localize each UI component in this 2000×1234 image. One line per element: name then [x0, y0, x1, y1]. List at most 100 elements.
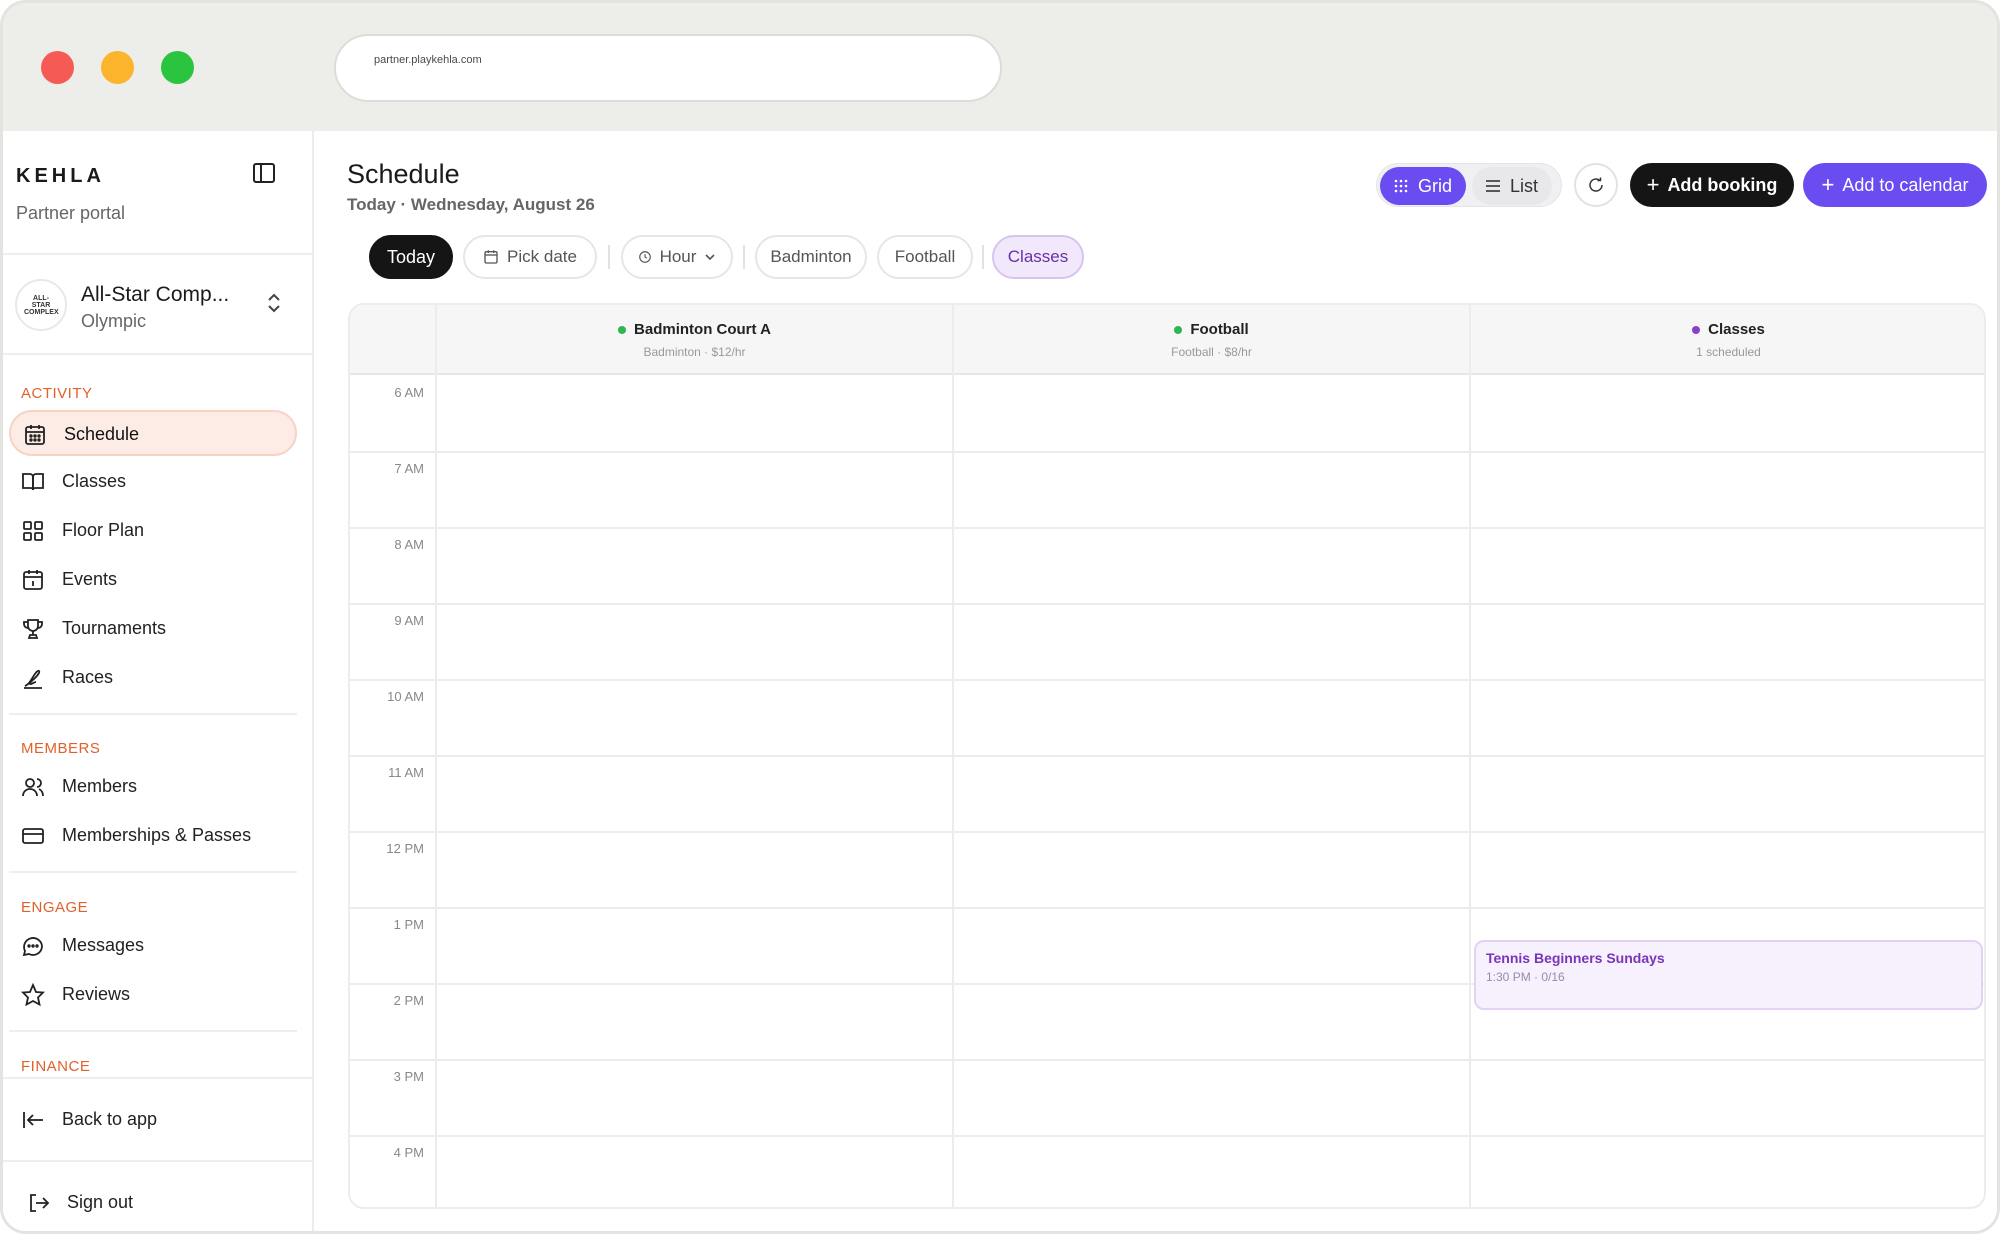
event-subtitle: 1:30 PM · 0/16: [1486, 970, 1565, 984]
hour-row-divider: [350, 603, 1984, 605]
column-subtitle: 1 scheduled: [1696, 345, 1761, 359]
page-title: Schedule: [347, 159, 460, 189]
time-label: 2 PM: [393, 993, 424, 1008]
chevron-up-down-icon: [268, 293, 280, 313]
arrow-left-bar-icon: [23, 1112, 43, 1128]
time-label: 4 PM: [393, 1145, 424, 1160]
sidebar-item-memberships[interactable]: Memberships & Passes: [9, 813, 297, 859]
column-title: Badminton Court A: [436, 321, 953, 338]
sidebar-item-members[interactable]: Members: [9, 764, 297, 810]
list-view-button[interactable]: List: [1472, 167, 1553, 205]
section-label-members: MEMBERS: [21, 740, 101, 757]
credit-card-icon: [22, 828, 44, 844]
sidebar-item-messages[interactable]: Messages: [9, 923, 297, 969]
org-avatar-text: ALL-STAR COMPLEX: [24, 294, 59, 316]
filter-badminton[interactable]: Badminton: [755, 235, 867, 279]
pick-date-button[interactable]: Pick date: [463, 235, 597, 279]
sidebar-item-label: Races: [62, 667, 114, 687]
sidebar-item-tournaments[interactable]: Tournaments: [9, 606, 297, 652]
sign-out-button[interactable]: Sign out: [9, 1180, 297, 1226]
hour-row-divider: [350, 527, 1984, 529]
hour-row-divider: [350, 907, 1984, 909]
refresh-button[interactable]: [1574, 163, 1618, 207]
divider: [9, 871, 297, 873]
column-subtitle: Football · $8/hr: [1171, 345, 1252, 359]
column-header: Classes 1 scheduled: [1470, 305, 1984, 375]
column-title-text: Classes: [1708, 321, 1765, 338]
column-title-text: Football: [1190, 321, 1249, 338]
add-to-calendar-button[interactable]: + Add to calendar: [1803, 163, 1987, 207]
hour-row-divider: [350, 1135, 1984, 1137]
filter-separator: [982, 245, 984, 269]
list-icon: [1486, 180, 1500, 192]
time-label: 7 AM: [394, 461, 424, 476]
class-event-card[interactable]: Tennis Beginners Sundays 1:30 PM · 0/16: [1474, 940, 1983, 1010]
sidebar-item-events[interactable]: Events: [9, 557, 297, 603]
browser-window: partner.playkehla.com KEHLA Partner port…: [0, 0, 2000, 1234]
time-label: 8 AM: [394, 537, 424, 552]
maximize-window-button[interactable]: [161, 51, 194, 84]
close-window-button[interactable]: [41, 51, 74, 84]
add-booking-button[interactable]: + Add booking: [1630, 163, 1794, 207]
filter-football-label: Football: [894, 247, 956, 266]
calendar-icon: [23, 570, 43, 590]
message-circle-icon: [22, 937, 43, 957]
today-button[interactable]: Today: [369, 235, 453, 279]
section-label-activity: ACTIVITY: [21, 385, 93, 402]
column-title-text: Badminton Court A: [634, 321, 771, 338]
time-label: 1 PM: [393, 917, 424, 932]
sign-out-label: Sign out: [67, 1192, 134, 1212]
status-dot-icon: [1174, 325, 1183, 334]
sidebar-item-label: Tournaments: [62, 618, 167, 638]
add-booking-label: Add booking: [1667, 174, 1778, 195]
pick-date-label: Pick date: [507, 247, 577, 266]
filter-classes[interactable]: Classes: [992, 235, 1084, 279]
sidebar-item-classes[interactable]: Classes: [9, 459, 297, 505]
address-bar[interactable]: partner.playkehla.com: [334, 34, 1002, 102]
time-label: 12 PM: [386, 841, 424, 856]
sidebar-item-label: Schedule: [64, 424, 140, 444]
filter-football[interactable]: Football: [877, 235, 973, 279]
sidebar-item-schedule[interactable]: Schedule: [9, 410, 297, 456]
minimize-window-button[interactable]: [101, 51, 134, 84]
grid-view-button[interactable]: Grid: [1380, 167, 1467, 205]
calendar-grid-icon: [25, 425, 45, 445]
chevron-down-icon: [705, 254, 715, 261]
hour-label: Hour: [659, 247, 697, 266]
status-dot-icon: [1692, 325, 1701, 334]
sidebar-item-floor-plan[interactable]: Floor Plan: [9, 508, 297, 554]
time-label: 9 AM: [394, 613, 424, 628]
time-label: 3 PM: [393, 1069, 424, 1084]
title-bar: partner.playkehla.com: [3, 3, 1997, 131]
refresh-icon: [1589, 177, 1603, 192]
filter-classes-label: Classes: [1007, 247, 1069, 266]
organization-switcher[interactable]: ALL-STAR COMPLEX All-Star Comp... Olympi…: [15, 279, 305, 333]
time-label: 10 AM: [387, 689, 424, 704]
star-icon: [21, 983, 45, 1007]
hour-row-divider: [350, 679, 1984, 681]
sidebar-item-label: Members: [62, 776, 138, 796]
sidebar-item-label: Events: [62, 569, 118, 589]
hour-row-divider: [350, 831, 1984, 833]
divider: [9, 1030, 297, 1032]
column-subtitle: Badminton · $12/hr: [643, 345, 746, 359]
plus-icon: +: [1821, 172, 1835, 197]
back-to-app-link[interactable]: Back to app: [9, 1097, 297, 1143]
hour-dropdown[interactable]: Hour: [621, 235, 733, 279]
back-to-app-label: Back to app: [62, 1109, 158, 1129]
sidebar-item-races[interactable]: Races: [9, 655, 297, 701]
sidebar-item-reviews[interactable]: Reviews: [9, 972, 297, 1018]
sidebar-item-label: Reviews: [62, 984, 131, 1004]
sidebar: KEHLA Partner portal ALL-STAR COMPLEX Al…: [3, 131, 314, 1231]
list-view-label: List: [1510, 175, 1539, 196]
filter-separator: [743, 245, 745, 269]
grid-view-label: Grid: [1418, 175, 1453, 196]
org-name: All-Star Comp...: [81, 283, 230, 306]
column-title: Football: [953, 321, 1470, 338]
page-subtitle: Today · Wednesday, August 26: [347, 195, 595, 214]
hour-row-divider: [350, 1059, 1984, 1061]
column-title: Classes: [1470, 321, 1984, 338]
divider: [3, 353, 314, 355]
hour-row-divider: [350, 755, 1984, 757]
sidebar-toggle-icon[interactable]: [252, 161, 276, 185]
